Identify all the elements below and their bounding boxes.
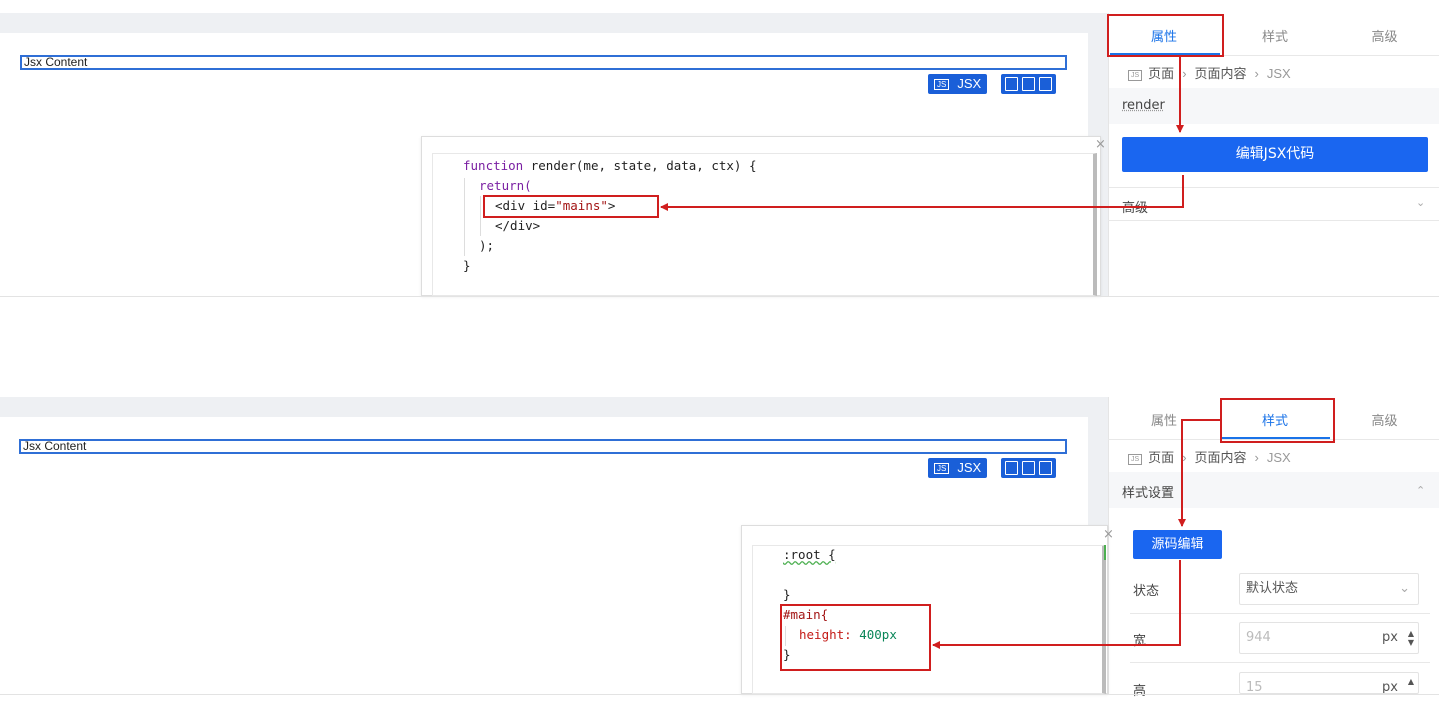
annotation-arrows	[660, 57, 1222, 649]
arrow-edit-button-to-code	[660, 175, 1184, 211]
arrow-source-edit-to-css	[932, 560, 1181, 649]
arrow-style-tab-to-source-edit	[1178, 419, 1222, 527]
